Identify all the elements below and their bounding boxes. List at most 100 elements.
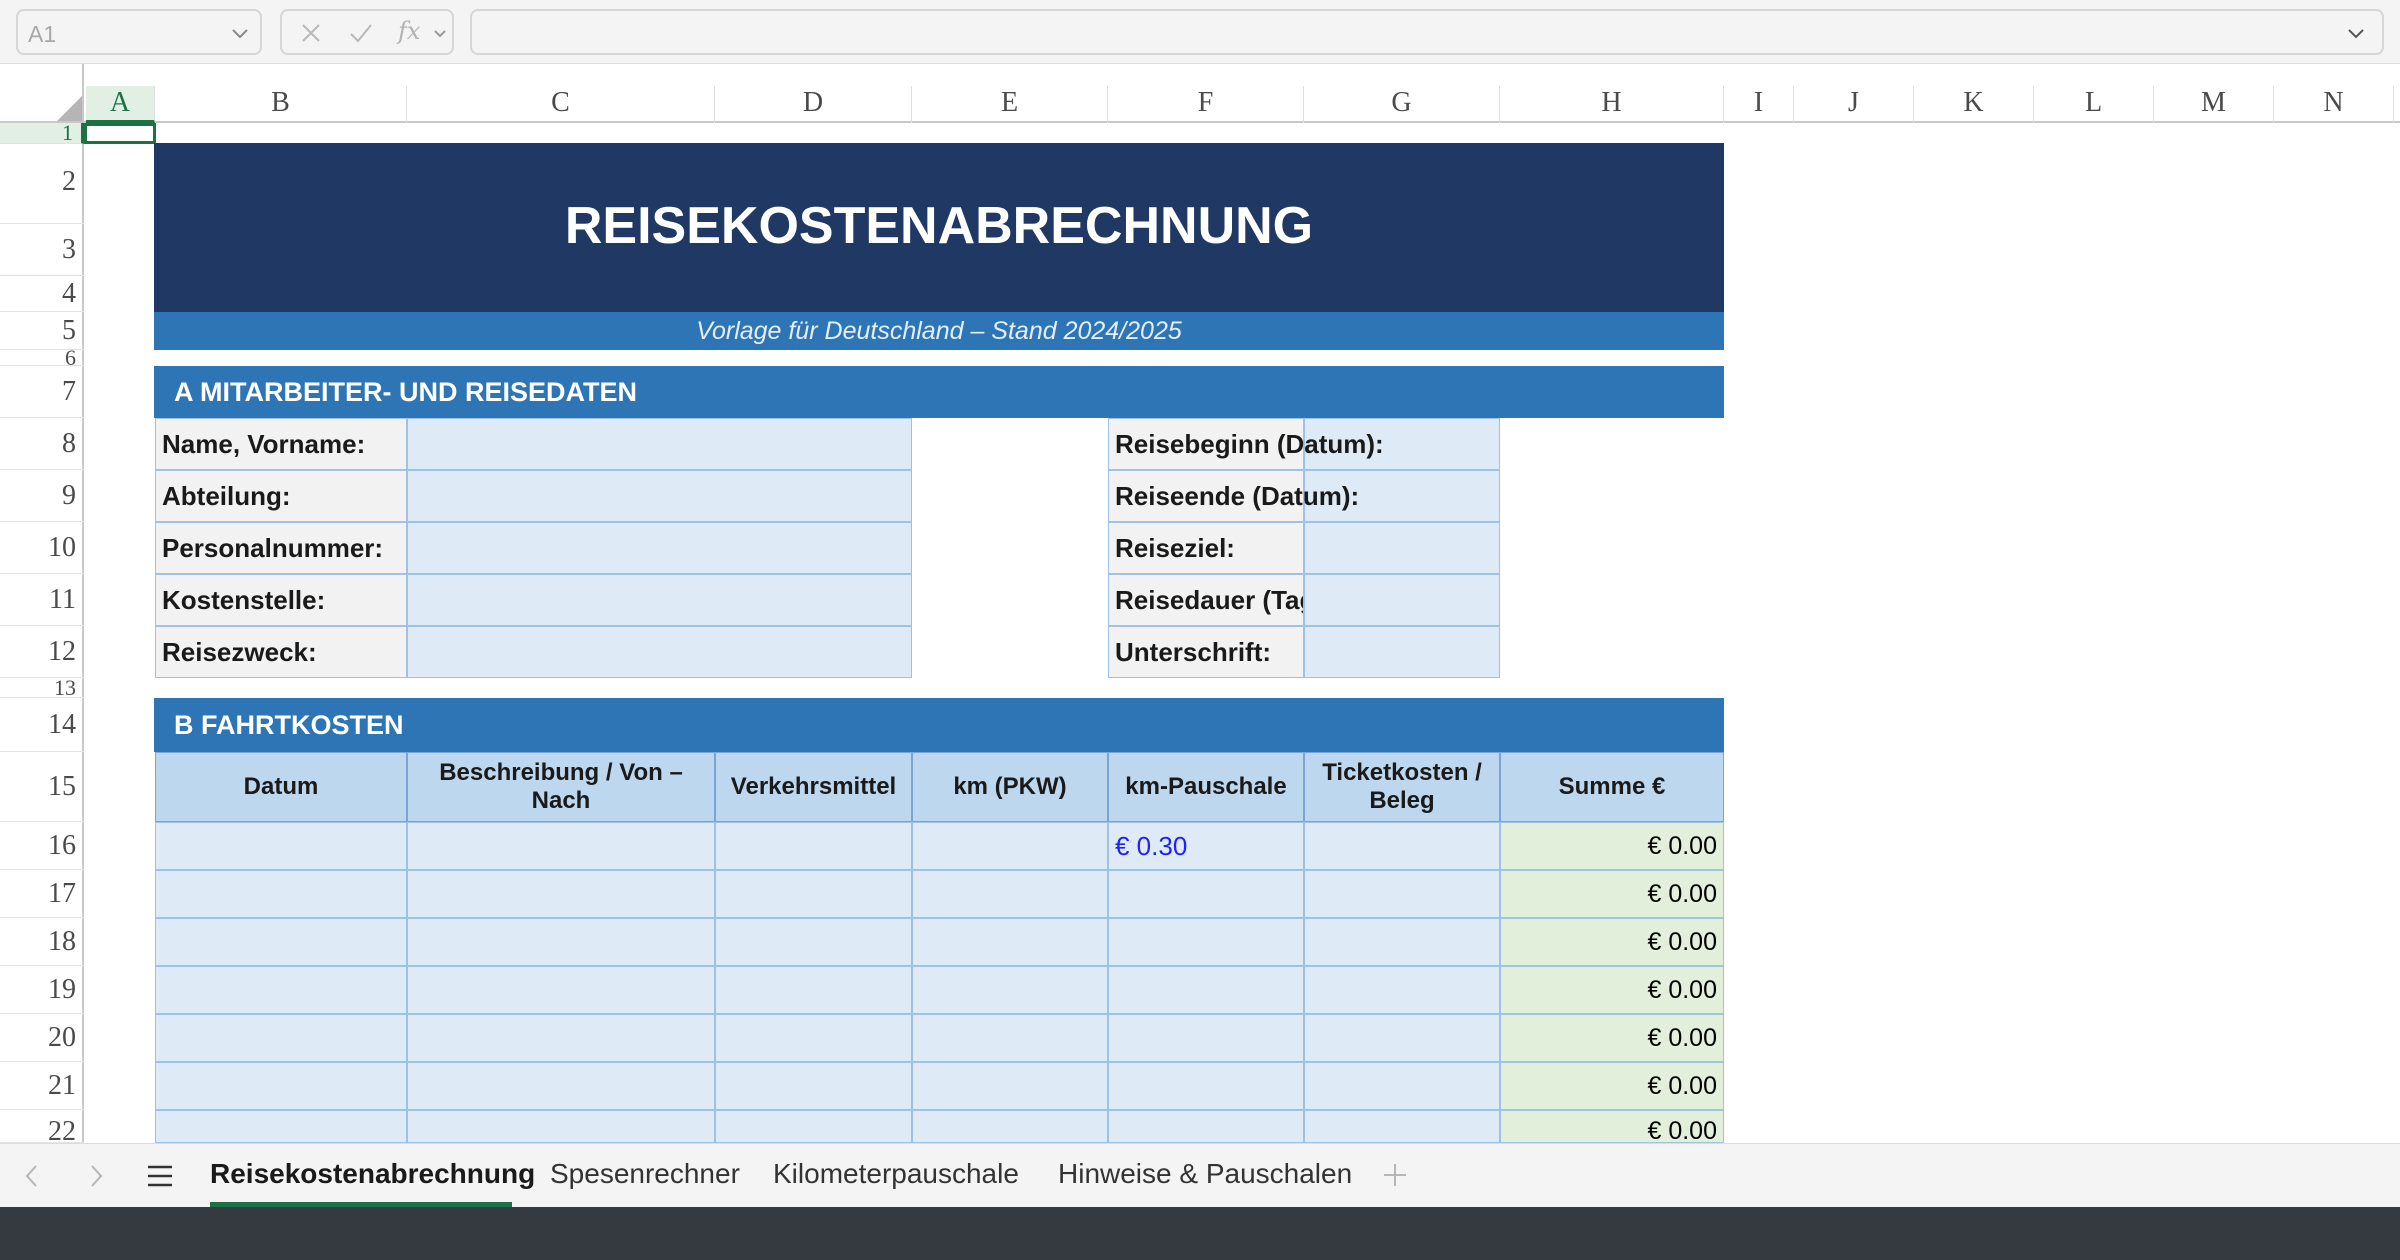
cell-sum[interactable]: € 0.00: [1500, 870, 1724, 918]
row-header-13[interactable]: 13: [0, 675, 84, 700]
tab-kilometerpauschale[interactable]: Kilometerpauschale: [773, 1158, 1019, 1190]
cell-km-rate[interactable]: [1108, 1014, 1304, 1062]
row-header-20[interactable]: 20: [0, 1014, 84, 1062]
row-header-11[interactable]: 11: [0, 574, 84, 626]
column-header-d[interactable]: D: [715, 86, 912, 123]
column-header-j[interactable]: J: [1794, 86, 1914, 123]
cell-date[interactable]: [155, 1110, 407, 1143]
row-header-12[interactable]: 12: [0, 626, 84, 678]
column-header-l[interactable]: L: [2034, 86, 2154, 123]
column-header-n[interactable]: N: [2274, 86, 2394, 123]
cell-km[interactable]: [912, 966, 1108, 1014]
row-header-15[interactable]: 15: [0, 752, 84, 822]
row-header-3[interactable]: 3: [0, 224, 84, 276]
row-header-10[interactable]: 10: [0, 522, 84, 574]
chevron-right-icon[interactable]: [84, 1162, 108, 1190]
column-header-g[interactable]: G: [1304, 86, 1500, 123]
cell-km-rate[interactable]: [1108, 1062, 1304, 1110]
formula-input[interactable]: [470, 9, 2384, 55]
cell-km[interactable]: [912, 822, 1108, 870]
cell-description[interactable]: [407, 1014, 715, 1062]
cell-description[interactable]: [407, 918, 715, 966]
cell-transport[interactable]: [715, 918, 912, 966]
cell-date[interactable]: [155, 870, 407, 918]
column-header-f[interactable]: F: [1108, 86, 1304, 123]
row-header-17[interactable]: 17: [0, 870, 84, 918]
cell-description[interactable]: [407, 1062, 715, 1110]
row-header-18[interactable]: 18: [0, 918, 84, 966]
cell-sum[interactable]: € 0.00: [1500, 1014, 1724, 1062]
insert-function-icon[interactable]: fx: [398, 17, 420, 45]
input-personnel-number[interactable]: [407, 522, 912, 574]
confirm-check-icon[interactable]: [348, 20, 374, 46]
column-header-h[interactable]: H: [1500, 86, 1724, 123]
active-cell-a1[interactable]: [84, 123, 156, 144]
cell-transport[interactable]: [715, 966, 912, 1014]
cell-km[interactable]: [912, 870, 1108, 918]
cell-sum[interactable]: € 0.00: [1500, 1110, 1724, 1145]
cell-description[interactable]: [407, 822, 715, 870]
row-header-22[interactable]: 22: [0, 1110, 84, 1147]
chevron-down-icon[interactable]: [432, 25, 448, 41]
column-header-a[interactable]: A: [86, 86, 155, 123]
input-signature[interactable]: [1304, 626, 1500, 678]
column-header-m[interactable]: M: [2154, 86, 2274, 123]
input-trip-duration[interactable]: [1304, 574, 1500, 626]
tab-spesenrechner[interactable]: Spesenrechner: [550, 1158, 740, 1190]
cell-transport[interactable]: [715, 1014, 912, 1062]
select-all-corner[interactable]: [0, 64, 84, 123]
cell-km[interactable]: [912, 1014, 1108, 1062]
row-header-8[interactable]: 8: [0, 418, 84, 470]
cell-ticket-cost[interactable]: [1304, 822, 1500, 870]
cell-sum[interactable]: € 0.00: [1500, 966, 1724, 1014]
cell-description[interactable]: [407, 966, 715, 1014]
name-box[interactable]: A1: [16, 9, 262, 55]
cell-ticket-cost[interactable]: [1304, 870, 1500, 918]
sheet-list-menu-icon[interactable]: [146, 1164, 174, 1188]
cell-sum[interactable]: € 0.00: [1500, 918, 1724, 966]
cell-km[interactable]: [912, 918, 1108, 966]
cell-ticket-cost[interactable]: [1304, 1062, 1500, 1110]
cell-date[interactable]: [155, 966, 407, 1014]
cell-transport[interactable]: [715, 822, 912, 870]
cell-km[interactable]: [912, 1062, 1108, 1110]
input-trip-purpose[interactable]: [407, 626, 912, 678]
cell-ticket-cost[interactable]: [1304, 1110, 1500, 1143]
cell-description[interactable]: [407, 870, 715, 918]
cell-km-rate[interactable]: [1108, 1110, 1304, 1143]
chevron-left-icon[interactable]: [20, 1162, 44, 1190]
cell-transport[interactable]: [715, 1062, 912, 1110]
input-destination[interactable]: [1304, 522, 1500, 574]
cell-ticket-cost[interactable]: [1304, 918, 1500, 966]
cell-sum[interactable]: € 0.00: [1500, 1062, 1724, 1110]
row-header-19[interactable]: 19: [0, 966, 84, 1014]
input-cost-center[interactable]: [407, 574, 912, 626]
chevron-down-icon[interactable]: [228, 21, 252, 45]
cell-km-rate[interactable]: € 0.30: [1108, 822, 1304, 870]
row-header-14[interactable]: 14: [0, 698, 84, 752]
cell-date[interactable]: [155, 1062, 407, 1110]
cell-date[interactable]: [155, 822, 407, 870]
tab-hinweise-pauschalen[interactable]: Hinweise & Pauschalen: [1058, 1158, 1352, 1190]
cell-km-rate[interactable]: [1108, 966, 1304, 1014]
add-sheet-icon[interactable]: [1380, 1160, 1410, 1190]
column-header-e[interactable]: E: [912, 86, 1108, 123]
cell-transport[interactable]: [715, 870, 912, 918]
cell-ticket-cost[interactable]: [1304, 1014, 1500, 1062]
column-header-k[interactable]: K: [1914, 86, 2034, 123]
tab-reisekostenabrechnung[interactable]: Reisekostenabrechnung: [210, 1158, 535, 1190]
row-header-9[interactable]: 9: [0, 470, 84, 522]
cell-transport[interactable]: [715, 1110, 912, 1143]
input-name[interactable]: [407, 418, 912, 470]
cell-km-rate[interactable]: [1108, 918, 1304, 966]
cell-date[interactable]: [155, 918, 407, 966]
row-header-2[interactable]: 2: [0, 144, 84, 224]
cell-sum[interactable]: € 0.00: [1500, 822, 1724, 870]
column-header-c[interactable]: C: [407, 86, 715, 123]
row-header-16[interactable]: 16: [0, 822, 84, 870]
row-header-21[interactable]: 21: [0, 1062, 84, 1110]
cell-date[interactable]: [155, 1014, 407, 1062]
cell-km[interactable]: [912, 1110, 1108, 1143]
cell-description[interactable]: [407, 1110, 715, 1143]
row-header-7[interactable]: 7: [0, 366, 84, 418]
